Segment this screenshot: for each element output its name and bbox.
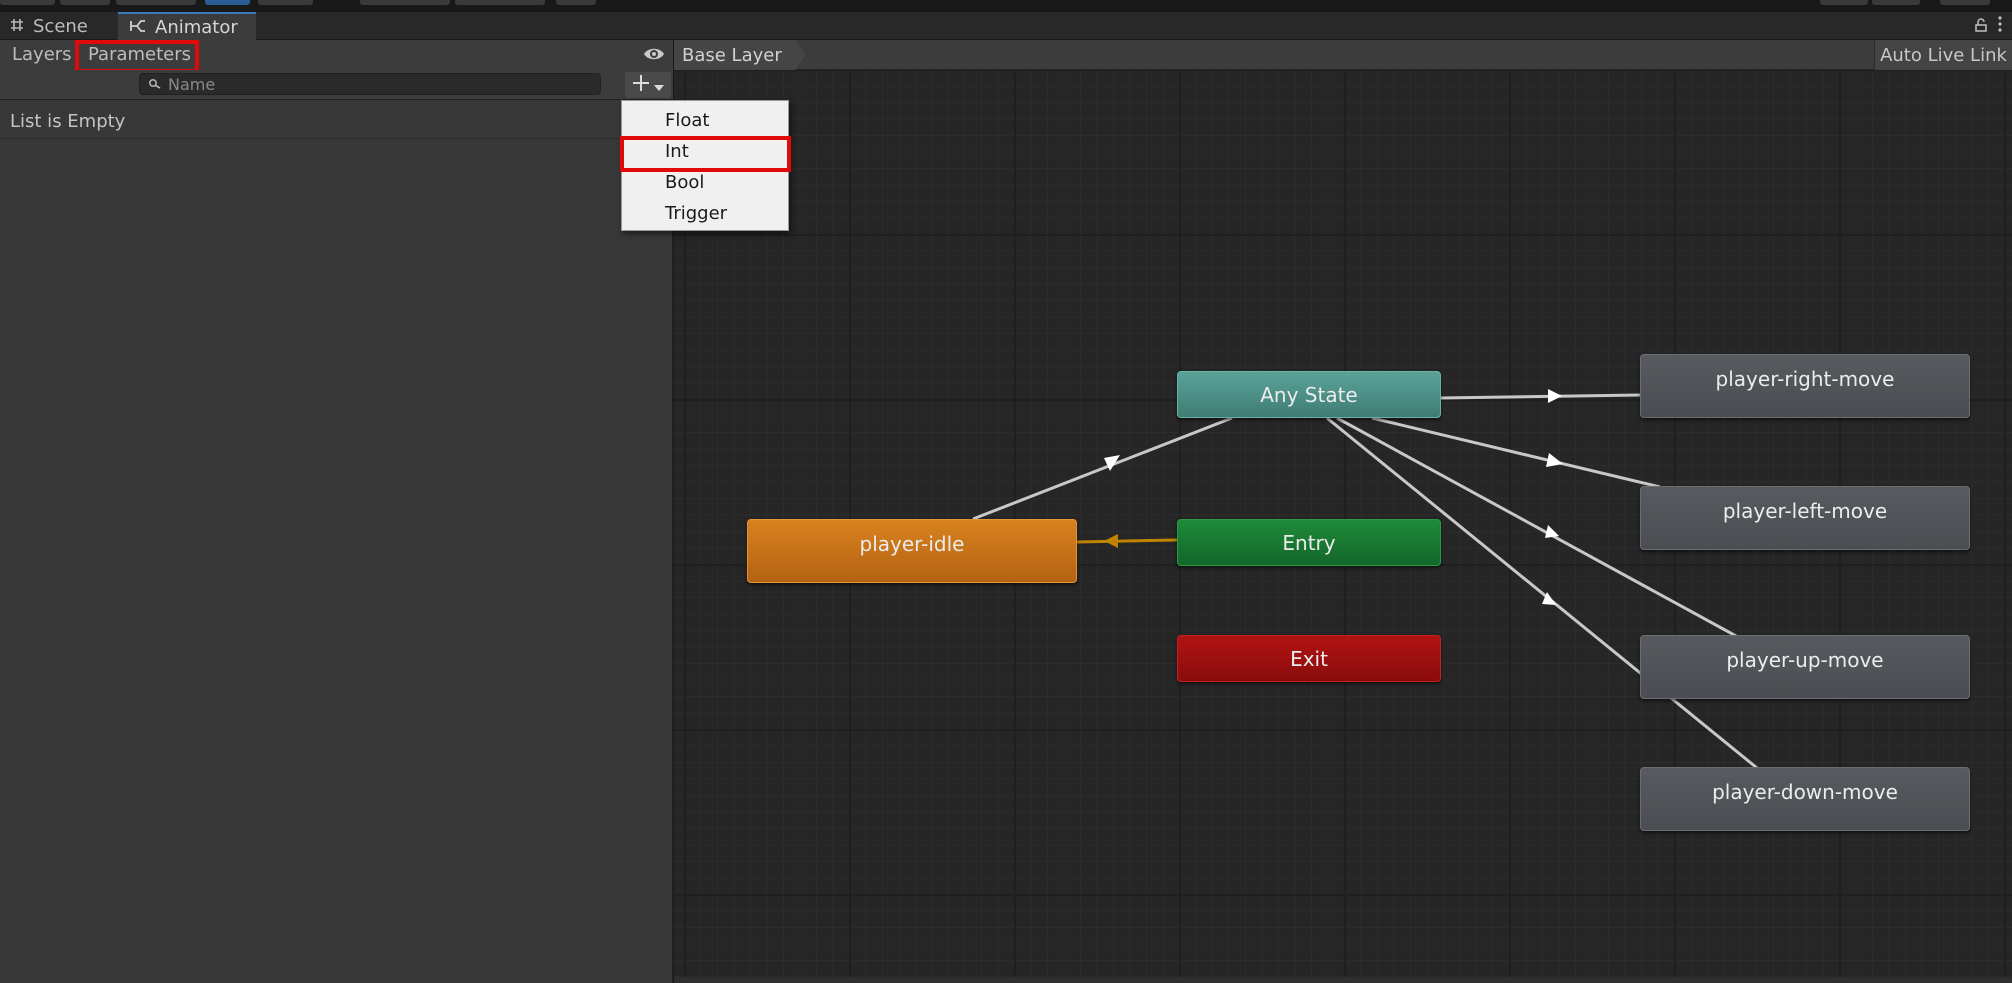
int-highlight-box: [620, 136, 791, 172]
auto-live-link-label: Auto Live Link: [1880, 44, 2007, 66]
state-any-state[interactable]: Any State: [1177, 371, 1441, 418]
search-input[interactable]: [168, 74, 568, 94]
state-player-idle[interactable]: player-idle: [747, 519, 1077, 583]
toolbar-button[interactable]: [556, 0, 596, 5]
menu-item-bool[interactable]: Bool: [665, 172, 704, 193]
state-player-left-move[interactable]: player-left-move: [1640, 486, 1970, 550]
panel-header: Layers Parameters: [0, 40, 673, 73]
search-field[interactable]: [139, 73, 601, 95]
tab-tools: [1974, 12, 2002, 40]
state-label: Any State: [1260, 382, 1358, 407]
tab-scene[interactable]: Scene: [10, 12, 88, 40]
parameter-list: List is Empty: [0, 103, 673, 139]
state-label: player-down-move: [1712, 780, 1898, 804]
menu-item-trigger[interactable]: Trigger: [665, 203, 727, 224]
state-label: player-left-move: [1722, 499, 1888, 523]
state-label: player-idle: [859, 532, 965, 556]
toolbar-button[interactable]: [0, 0, 55, 5]
state-player-right-move[interactable]: player-right-move: [1640, 354, 1970, 418]
toolbar-button[interactable]: [258, 0, 313, 5]
toolbar-button[interactable]: [360, 0, 450, 5]
toolbar-button[interactable]: [1872, 0, 1920, 5]
dropdown-arrow-icon: [654, 76, 664, 95]
menu-item-float[interactable]: Float: [665, 110, 709, 131]
breadcrumb-base-layer[interactable]: Base Layer: [674, 40, 806, 70]
state-label: player-right-move: [1715, 367, 1895, 391]
top-toolbar-strip: [0, 0, 2012, 12]
state-entry[interactable]: Entry: [1177, 519, 1441, 566]
kebab-menu-icon[interactable]: [1998, 16, 2002, 36]
breadcrumb-label: Base Layer: [682, 44, 782, 66]
tab-animator[interactable]: Animator: [118, 12, 256, 40]
plus-icon: [632, 74, 650, 96]
search-icon: [148, 75, 162, 94]
window-tab-bar: Scene Animator: [0, 12, 2012, 40]
toolbar-button[interactable]: [205, 0, 250, 5]
state-label: Entry: [1282, 530, 1336, 555]
state-exit[interactable]: Exit: [1177, 635, 1441, 682]
toolbar-button[interactable]: [60, 0, 110, 5]
parameters-panel: Layers Parameters List is Empty: [0, 40, 673, 983]
add-parameter-button[interactable]: [625, 72, 671, 98]
horizontal-scrollbar[interactable]: [674, 977, 2012, 983]
search-row: [0, 70, 673, 100]
tab-animator-label: Animator: [155, 16, 238, 38]
parameters-highlight-box: [75, 40, 199, 73]
grid-icon: [10, 16, 24, 37]
toolbar-button[interactable]: [1940, 0, 1990, 5]
tab-scene-label: Scene: [33, 15, 88, 37]
state-label: player-up-move: [1726, 648, 1884, 672]
toolbar-button[interactable]: [116, 0, 196, 5]
graph-header: Base Layer Auto Live Link: [674, 40, 2012, 70]
state-label: Exit: [1290, 646, 1328, 671]
state-player-down-move[interactable]: player-down-move: [1640, 767, 1970, 831]
tab-layers[interactable]: Layers: [12, 44, 72, 65]
toolbar-button[interactable]: [455, 0, 545, 5]
toolbar-button[interactable]: [1820, 0, 1868, 5]
lock-icon[interactable]: [1974, 17, 1988, 36]
state-player-up-move[interactable]: player-up-move: [1640, 635, 1970, 699]
animator-icon: [130, 17, 146, 38]
auto-live-link-button[interactable]: Auto Live Link: [1874, 40, 2012, 70]
empty-list-text: List is Empty: [10, 111, 126, 132]
eye-icon[interactable]: [643, 46, 665, 66]
